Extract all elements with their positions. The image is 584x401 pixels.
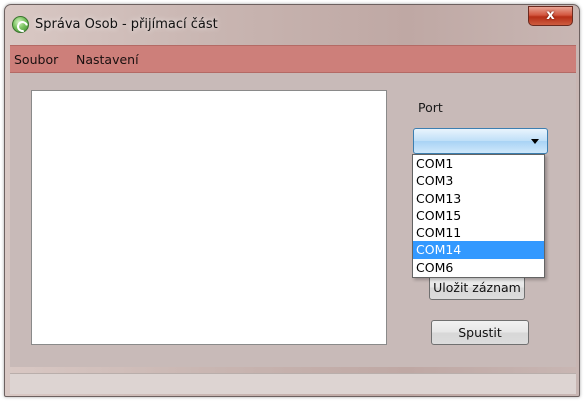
port-label: Port (418, 100, 443, 115)
menu-nastaveni[interactable]: Nastavení (76, 52, 139, 67)
port-option-com14[interactable]: COM14 (413, 241, 544, 259)
port-combobox[interactable] (413, 128, 548, 154)
window-title: Správa Osob - přijímací část (35, 17, 218, 32)
port-option-com3[interactable]: COM3 (413, 172, 544, 189)
port-dropdown-list: COM1 COM3 COM13 COM15 COM11 COM14 COM6 (412, 154, 545, 278)
app-icon (12, 16, 29, 33)
port-option-com13[interactable]: COM13 (413, 190, 544, 207)
port-option-com11[interactable]: COM11 (413, 224, 544, 241)
main-window: Správa Osob - přijímací část x Soubor Na… (4, 4, 580, 397)
title-bar[interactable]: Správa Osob - přijímací část x (5, 5, 579, 45)
port-option-com1[interactable]: COM1 (413, 155, 544, 172)
menu-bar: Soubor Nastavení (10, 45, 576, 73)
close-icon: x (546, 8, 555, 23)
start-button[interactable]: Spustit (431, 320, 529, 345)
log-textarea[interactable] (31, 90, 387, 345)
port-option-com6[interactable]: COM6 (413, 259, 544, 276)
status-bar (10, 373, 576, 394)
menu-soubor[interactable]: Soubor (14, 52, 58, 67)
chevron-down-icon[interactable] (531, 139, 539, 144)
port-option-com15[interactable]: COM15 (413, 207, 544, 224)
close-button[interactable]: x (528, 6, 573, 26)
save-record-button[interactable]: Uložit záznam (429, 275, 525, 300)
